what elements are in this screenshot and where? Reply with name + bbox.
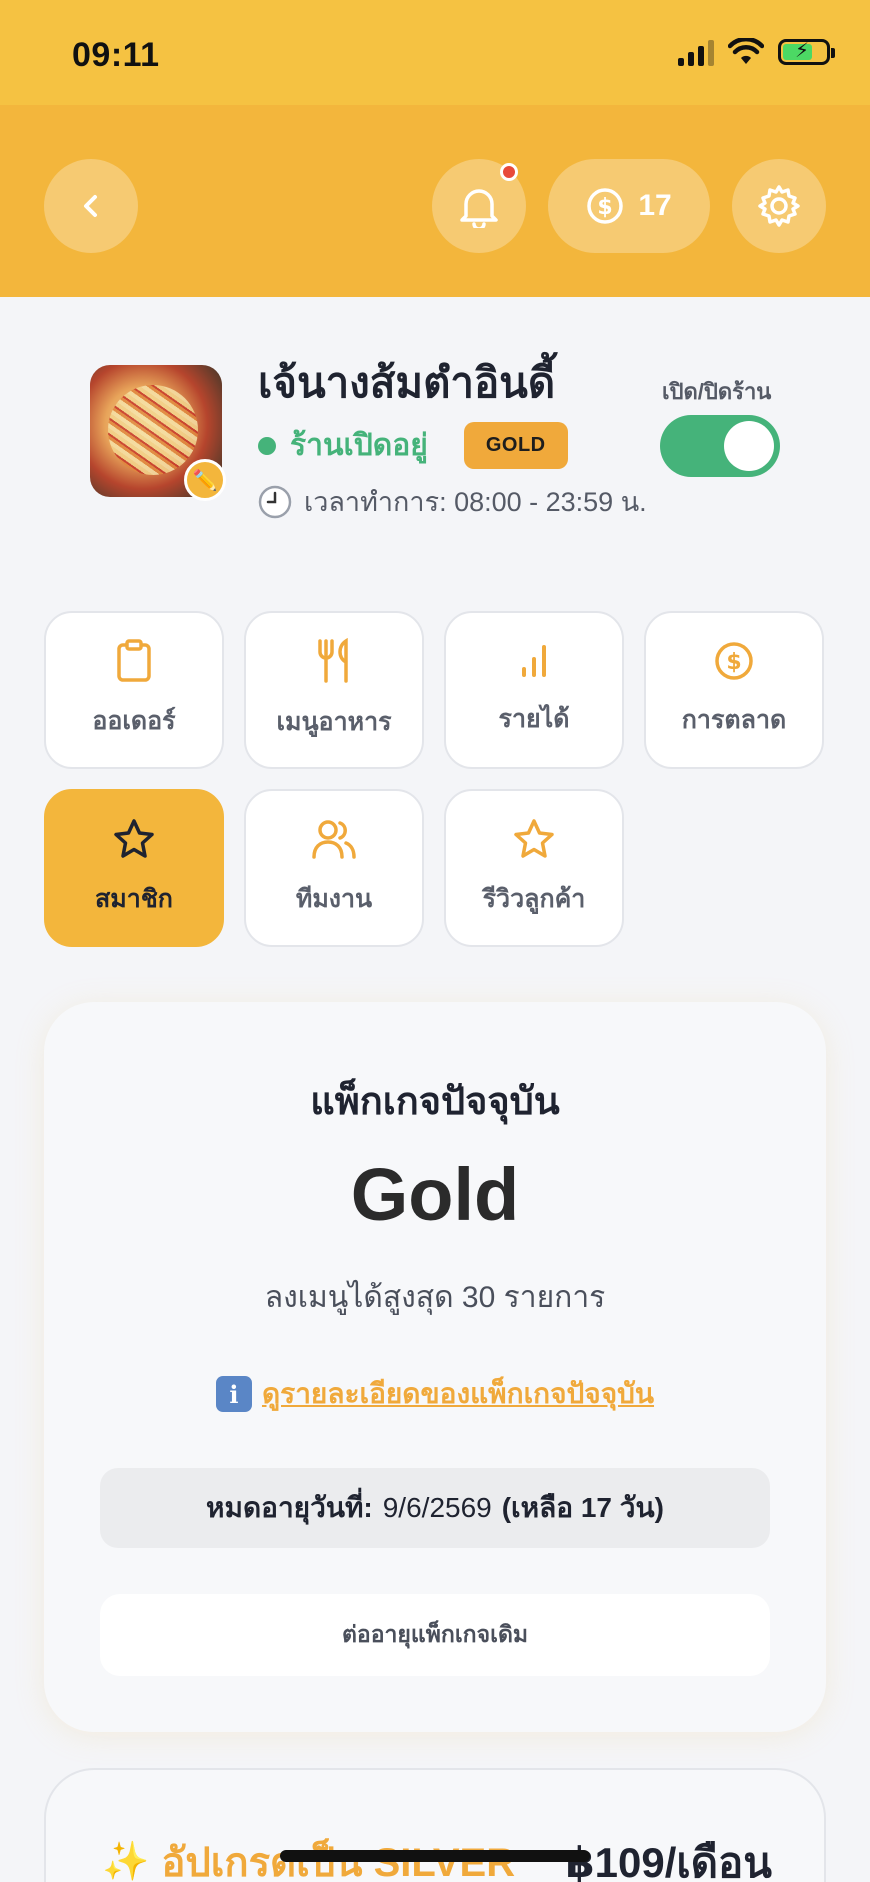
menu-tile-label: รีวิวลูกค้า — [482, 885, 586, 913]
pencil-icon: ✏️ — [192, 469, 218, 492]
upgrade-silver-card[interactable]: ✨ อัปเกรดเป็น SILVER ฿109/เดือน — [44, 1768, 826, 1882]
battery-icon: ⚡ — [778, 39, 835, 65]
menu-tile-team[interactable]: ทีมงาน — [244, 789, 424, 947]
svg-text:$: $ — [726, 650, 741, 675]
package-name: Gold — [350, 1153, 520, 1236]
coin-icon: $ — [715, 642, 753, 680]
status-time: 09:11 — [72, 36, 160, 74]
tier-badge: GOLD — [463, 422, 568, 469]
menu-tile-membership[interactable]: สมาชิก — [44, 789, 224, 947]
upgrade-price: ฿109/เดือน — [565, 1839, 772, 1882]
menu-tile-label: เมนูอาหาร — [276, 708, 392, 736]
menu-tile-revenue[interactable]: รายได้ — [444, 611, 624, 769]
star-outline-icon — [514, 819, 554, 858]
edit-image-button[interactable]: ✏️ — [184, 459, 226, 501]
menu-tile-orders[interactable]: ออเดอร์ — [44, 611, 224, 769]
menu-tile-food-menu[interactable]: เมนูอาหาร — [244, 611, 424, 769]
svg-text:$: $ — [598, 195, 613, 220]
expiry-label: หมดอายุวันที่: — [206, 1492, 373, 1523]
coin-count: 17 — [638, 189, 672, 222]
bell-icon — [460, 189, 498, 228]
gear-icon — [758, 185, 800, 227]
current-package-card: แพ็กเกจปัจจุบัน Gold ลงเมนูได้สูงสุด 30 … — [44, 1002, 826, 1732]
package-details-link-text[interactable]: ดูรายละเอียดของแพ็กเกจปัจจุบัน — [262, 1372, 654, 1416]
renew-package-button[interactable]: ต่ออายุแพ็กเกจเดิม — [100, 1594, 770, 1676]
star-icon — [114, 819, 154, 858]
package-limit: ลงเมนูได้สูงสุด 30 รายการ — [264, 1281, 606, 1314]
menu-tile-label: ทีมงาน — [295, 885, 373, 913]
coins-button[interactable]: $ 17 — [548, 159, 710, 253]
utensils-icon — [318, 638, 348, 683]
expiry-date: 9/6/2569 — [382, 1492, 492, 1523]
bar-chart-icon — [522, 645, 546, 677]
shop-status-text: ร้านเปิดอยู่ — [290, 429, 428, 462]
menu-tile-label: การตลาด — [681, 706, 787, 734]
chevron-left-icon — [84, 195, 97, 217]
menu-tile-label: รายได้ — [498, 705, 570, 733]
package-title: แพ็กเกจปัจจุบัน — [310, 1081, 560, 1123]
menu-tile-label: สมาชิก — [95, 885, 173, 913]
cellular-signal-icon — [678, 38, 714, 66]
menu-tile-reviews[interactable]: รีวิวลูกค้า — [444, 789, 624, 947]
shop-name: เจ้นางส้มตำอินดี้ — [258, 359, 556, 406]
coin-icon: $ — [587, 188, 624, 224]
home-indicator[interactable] — [280, 1850, 590, 1862]
toggle-knob — [724, 421, 774, 471]
notifications-button[interactable] — [432, 159, 526, 253]
settings-button[interactable] — [732, 159, 826, 253]
business-hours: เวลาทำการ: 08:00 - 23:59 น. — [258, 480, 647, 523]
menu-tile-label: ออเดอร์ — [92, 707, 176, 735]
package-details-link[interactable]: i ดูรายละเอียดของแพ็กเกจปัจจุบัน — [44, 1372, 826, 1416]
clipboard-icon — [117, 639, 151, 682]
status-dot — [258, 436, 276, 455]
notification-dot — [500, 163, 518, 181]
shop-toggle-label: เปิด/ปิดร้าน — [662, 379, 772, 404]
users-icon — [312, 820, 356, 859]
hours-text: เวลาทำการ: 08:00 - 23:59 น. — [304, 487, 647, 517]
shop-image[interactable]: ✏️ — [90, 365, 226, 501]
package-expiry: หมดอายุวันที่: 9/6/2569 (เหลือ 17 วัน) — [100, 1468, 770, 1548]
sparkles-icon: ✨ — [102, 1841, 150, 1882]
back-button[interactable] — [44, 159, 138, 253]
menu-tile-marketing[interactable]: $ การตลาด — [644, 611, 824, 769]
status-bar: 09:11 ⚡ — [0, 0, 870, 105]
info-icon: i — [215, 1376, 252, 1412]
shop-status-row: ร้านเปิดอยู่ GOLD — [258, 422, 568, 469]
clock-icon — [258, 485, 292, 518]
wifi-icon — [728, 38, 764, 64]
shop-open-toggle[interactable] — [660, 415, 780, 477]
status-icons: ⚡ — [678, 38, 835, 66]
top-app-bar: $ 17 — [0, 105, 870, 297]
expiry-remaining: (เหลือ 17 วัน) — [501, 1492, 664, 1523]
